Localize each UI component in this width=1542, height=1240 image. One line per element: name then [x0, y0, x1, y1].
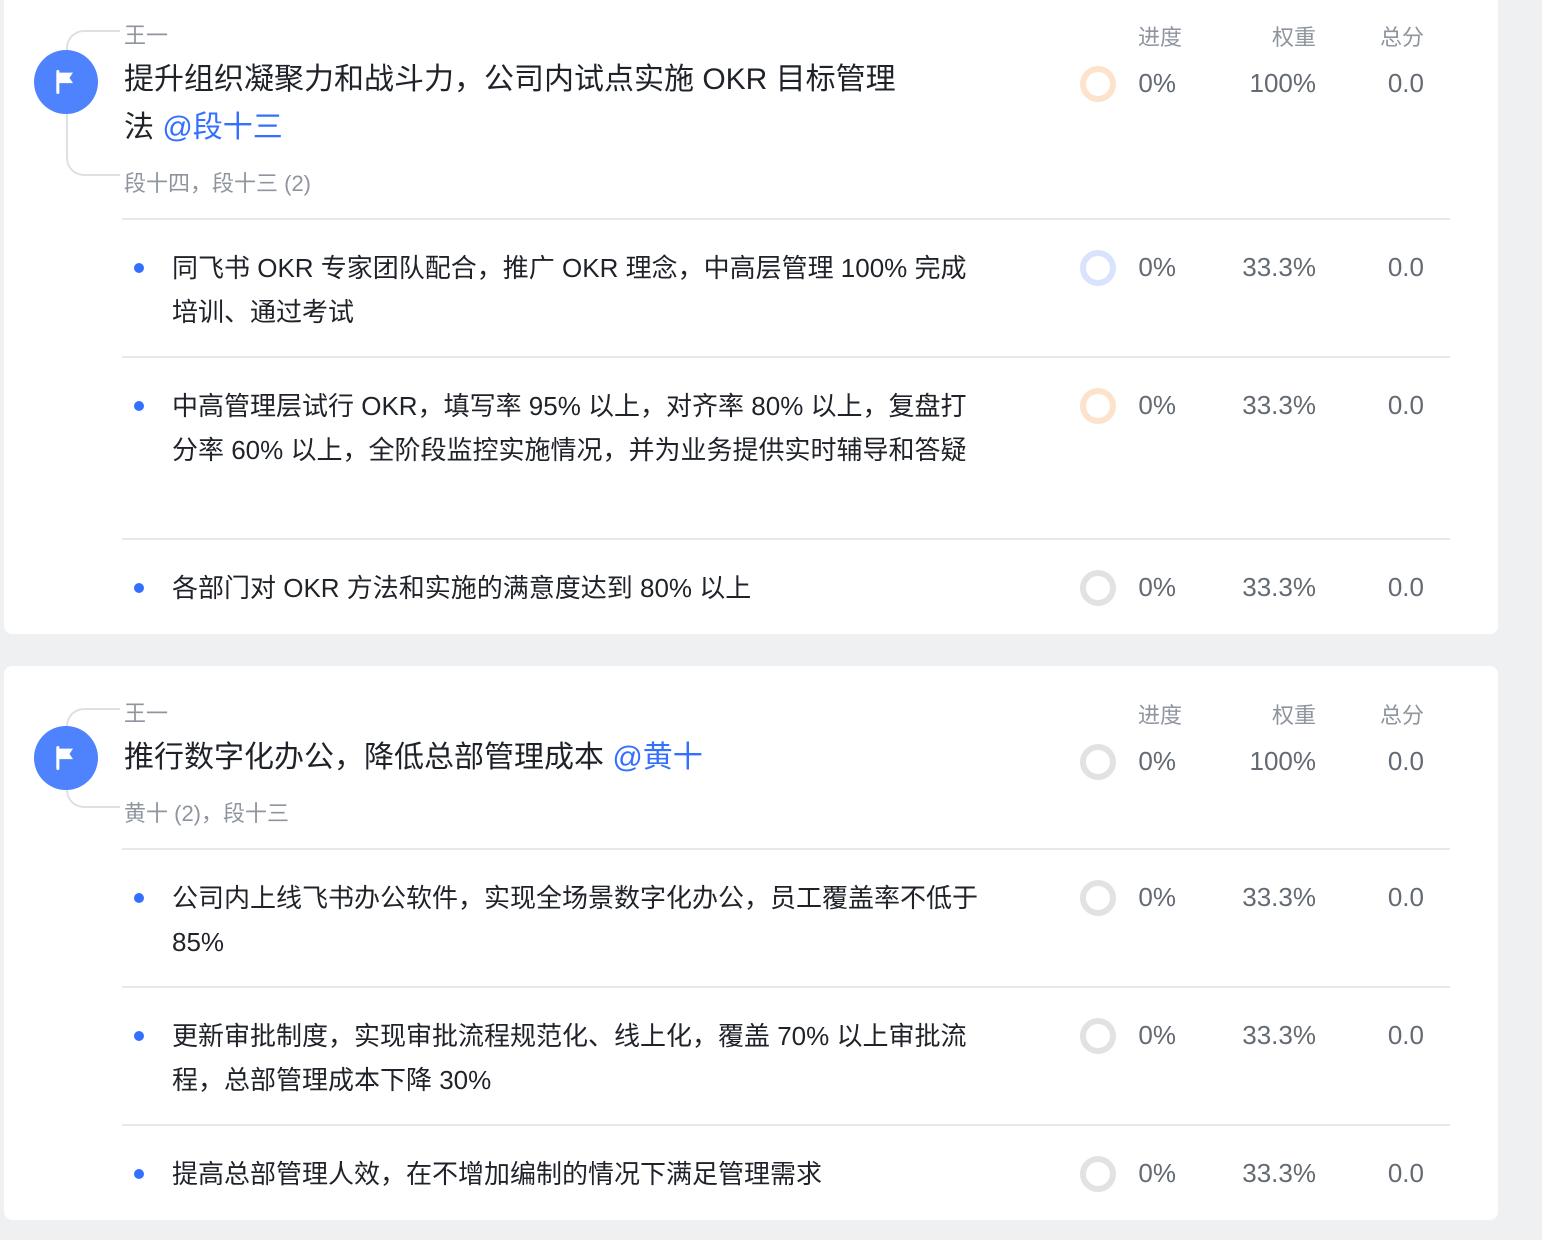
- kr-score[interactable]: 0.0: [1334, 572, 1424, 603]
- column-score-header: 总分: [1379, 25, 1424, 50]
- key-result-text[interactable]: 更新审批制度，实现审批流程规范化、线上化，覆盖 70% 以上审批流程，总部管理成…: [172, 1014, 992, 1102]
- objective-card: 王一 推行数字化办公，降低总部管理成本 @黄十 黄十 (2)，段十三 进度 权重…: [4, 666, 1498, 1220]
- key-result-text[interactable]: 中高管理层试行 OKR，填写率 95% 以上，对齐率 80% 以上，复盘打分率 …: [172, 384, 992, 472]
- key-result-text[interactable]: 提高总部管理人效，在不增加编制的情况下满足管理需求: [172, 1152, 992, 1196]
- kr-score[interactable]: 0.0: [1334, 1020, 1424, 1051]
- column-progress-header: 进度: [1137, 25, 1182, 50]
- objective-title[interactable]: 提升组织凝聚力和战斗力，公司内试点实施 OKR 目标管理 法 @段十三: [124, 56, 974, 152]
- kr-score[interactable]: 0.0: [1334, 882, 1424, 913]
- divider: [122, 356, 1450, 358]
- objective-score[interactable]: 0.0: [1334, 68, 1424, 99]
- column-score-header: 总分: [1379, 703, 1424, 728]
- bullet-dot-icon: [134, 1169, 144, 1179]
- key-result-text[interactable]: 同飞书 OKR 专家团队配合，推广 OKR 理念，中高层管理 100% 完成培训…: [172, 246, 992, 334]
- objective-card: 王一 提升组织凝聚力和战斗力，公司内试点实施 OKR 目标管理 法 @段十三 段…: [4, 0, 1498, 634]
- objective-flag-icon: [34, 726, 98, 790]
- kr-score[interactable]: 0.0: [1334, 390, 1424, 421]
- divider: [122, 848, 1450, 850]
- kr-weight[interactable]: 33.3%: [1216, 1020, 1316, 1051]
- objective-title[interactable]: 推行数字化办公，降低总部管理成本 @黄十: [124, 734, 974, 782]
- objective-mention[interactable]: @段十三: [162, 111, 282, 144]
- column-weight-header: 权重: [1271, 703, 1316, 728]
- objective-mention[interactable]: @黄十: [612, 741, 702, 774]
- kr-progress: 0%: [1138, 1020, 1176, 1050]
- bullet-dot-icon: [134, 583, 144, 593]
- kr-weight[interactable]: 33.3%: [1216, 1158, 1316, 1189]
- key-result-text[interactable]: 各部门对 OKR 方法和实施的满意度达到 80% 以上: [172, 566, 992, 610]
- divider: [122, 1124, 1450, 1126]
- objective-creator[interactable]: 王一: [124, 18, 168, 50]
- bullet-dot-icon: [134, 893, 144, 903]
- key-result-text[interactable]: 公司内上线飞书办公软件，实现全场景数字化办公，员工覆盖率不低于 85%: [172, 876, 992, 964]
- column-progress-header: 进度: [1137, 703, 1182, 728]
- objective-progress: 0%: [1138, 68, 1176, 98]
- kr-weight[interactable]: 33.3%: [1216, 252, 1316, 283]
- objective-creator[interactable]: 王一: [124, 696, 168, 728]
- divider: [122, 538, 1450, 540]
- objective-followers[interactable]: 黄十 (2)，段十三: [124, 796, 289, 828]
- kr-weight[interactable]: 33.3%: [1216, 882, 1316, 913]
- objective-score[interactable]: 0.0: [1334, 746, 1424, 777]
- kr-score[interactable]: 0.0: [1334, 252, 1424, 283]
- bullet-dot-icon: [134, 1031, 144, 1041]
- kr-weight[interactable]: 33.3%: [1216, 390, 1316, 421]
- divider: [122, 986, 1450, 988]
- objective-followers[interactable]: 段十四，段十三 (2): [124, 166, 311, 198]
- objective-progress: 0%: [1138, 746, 1176, 776]
- column-weight-header: 权重: [1271, 25, 1316, 50]
- kr-score[interactable]: 0.0: [1334, 1158, 1424, 1189]
- bullet-dot-icon: [134, 401, 144, 411]
- kr-progress: 0%: [1138, 882, 1176, 912]
- objective-weight[interactable]: 100%: [1216, 746, 1317, 777]
- kr-progress: 0%: [1138, 572, 1176, 602]
- divider: [122, 218, 1450, 220]
- kr-progress: 0%: [1138, 252, 1176, 282]
- objective-weight[interactable]: 100%: [1216, 68, 1317, 99]
- kr-weight[interactable]: 33.3%: [1216, 572, 1316, 603]
- bullet-dot-icon: [134, 263, 144, 273]
- kr-progress: 0%: [1138, 390, 1176, 420]
- objective-flag-icon: [34, 50, 98, 114]
- kr-progress: 0%: [1138, 1158, 1176, 1188]
